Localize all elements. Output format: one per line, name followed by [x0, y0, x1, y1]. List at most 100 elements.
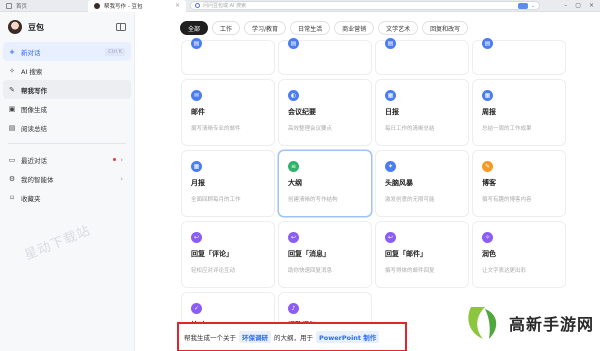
- prompt-topic-slot[interactable]: 环保调研: [239, 331, 271, 343]
- search-icon: [195, 3, 200, 8]
- card-description: 全面回顾每月的工作: [191, 197, 241, 203]
- template-card[interactable]: ≡ 大纲 创建清晰的写作结构: [278, 150, 372, 217]
- card-title: 头脑风暴: [385, 179, 413, 187]
- polish-icon: ✧: [482, 232, 493, 243]
- maximize-icon[interactable]: ▢: [575, 2, 581, 9]
- template-card[interactable]: ✦ 头脑风暴 激发创意的无限可能: [375, 150, 469, 217]
- chip-study[interactable]: 学习/教育: [244, 21, 287, 35]
- chip-reply[interactable]: 回复和改写: [422, 21, 469, 35]
- sidebar-item-label: 最近对话: [21, 156, 47, 165]
- tab-label: 帮我写作 - 豆包: [104, 3, 143, 10]
- sidebar-item-label: 阅读总结: [21, 124, 47, 133]
- minimize-icon[interactable]: –: [564, 2, 567, 9]
- doc-icon: ▤: [482, 38, 493, 49]
- chip-literature[interactable]: 文学艺术: [378, 21, 419, 35]
- search-input[interactable]: 问问豆包或 AI 搜索 ⌄: [190, 1, 540, 10]
- template-card[interactable]: ✉ 邮件 撰写清晰专业的邮件: [181, 79, 275, 146]
- chip-work[interactable]: 工作: [212, 21, 241, 35]
- avatar[interactable]: [8, 20, 22, 34]
- prompt-input[interactable]: 帮我生成一个关于 环保调研 的大纲，用于 PowerPoint 制作: [177, 322, 407, 351]
- prompt-prefix: 帮我生成一个关于: [184, 334, 236, 342]
- window-controls: – ▢ ×: [564, 2, 600, 9]
- chip-marketing[interactable]: 商业营销: [334, 21, 375, 35]
- calendar-icon: ▦: [385, 90, 396, 101]
- sidebar-item-writing[interactable]: ✎ 帮我写作: [3, 80, 131, 99]
- card-title: 会议纪要: [288, 108, 316, 116]
- chip-daily[interactable]: 日常生活: [290, 21, 331, 35]
- card-title: 润色: [482, 250, 496, 258]
- template-card[interactable]: ▤: [181, 38, 275, 75]
- prompt-middle: 的大纲，用于: [274, 334, 313, 342]
- doc-icon: ▤: [385, 38, 396, 49]
- sidebar-item-favorites[interactable]: ⌑ 收藏夹: [3, 188, 131, 207]
- sidebar-item-ai-search[interactable]: ✧ AI 搜索: [3, 61, 131, 80]
- leaf-logo-icon: [468, 307, 497, 339]
- template-card[interactable]: ▦ 日报 每日工作的清晰总结: [375, 79, 469, 146]
- template-card[interactable]: ▤: [472, 38, 566, 75]
- tab-label: 首页: [16, 3, 28, 10]
- sidebar: 豆包 + 新对话 Ctrl K ✧ AI 搜索 ✎ 帮我写作 ▣ 图像生成 ▤ …: [0, 12, 135, 351]
- pen-icon: ✎: [9, 85, 15, 94]
- sidebar-item-new-chat[interactable]: + 新对话 Ctrl K: [3, 42, 131, 61]
- sidebar-item-label: 新对话: [21, 48, 41, 57]
- browser-tabbar: 首页 帮我写作 - 豆包 × 问问豆包或 AI 搜索 ⌄ – ▢ ×: [0, 0, 600, 12]
- template-card[interactable]: ▤: [278, 38, 372, 75]
- template-card[interactable]: ↩ 回复「邮件」 撰写得体的邮件回复: [375, 221, 469, 288]
- tab-home[interactable]: 首页: [0, 0, 88, 12]
- template-card[interactable]: ▦ 月报 全面回顾每月的工作: [181, 150, 275, 217]
- sidebar-item-label: 我的智能体: [21, 175, 54, 184]
- sidebar-item-recent[interactable]: ▭ 最近对话 ›: [3, 150, 131, 169]
- sidebar-item-label: AI 搜索: [21, 67, 43, 76]
- sidebar-item-reading[interactable]: ▤ 阅读总结: [3, 118, 131, 137]
- shortcut-badge: Ctrl K: [105, 47, 125, 56]
- doc-icon: ▤: [288, 38, 299, 49]
- card-title: 博客: [482, 179, 496, 187]
- tone-icon: ♪: [288, 303, 299, 314]
- template-card[interactable]: ▦ 周报 总结一周的工作成果: [472, 79, 566, 146]
- card-description: 创建清晰的写作结构: [288, 197, 338, 203]
- reply-icon: ↩: [288, 232, 299, 243]
- book-icon: ▤: [8, 123, 16, 132]
- brand-name: 豆包: [28, 22, 44, 32]
- check-icon: ✓: [191, 303, 202, 314]
- watermark: 星动下载站: [22, 223, 94, 264]
- chip-all[interactable]: 全部: [180, 21, 209, 35]
- template-card[interactable]: ▤: [375, 38, 469, 75]
- template-card[interactable]: ✧ 润色让文字表达更出彩: [472, 221, 566, 288]
- prompt-purpose-slot[interactable]: PowerPoint 制作: [316, 331, 380, 343]
- template-card[interactable]: ↩ 回复「评论」 轻松应对评论互动: [181, 221, 275, 288]
- card-title: 回复「评论」: [191, 250, 233, 258]
- doc-icon: ▤: [191, 38, 202, 49]
- sidebar-item-label: 收藏夹: [21, 194, 41, 203]
- card-description: 撰写得体的邮件回复: [385, 268, 435, 274]
- sidebar-item-image-gen[interactable]: ▣ 图像生成: [3, 99, 131, 118]
- bookmark-icon: ⌑: [10, 193, 14, 202]
- sidebar-nav: + 新对话 Ctrl K ✧ AI 搜索 ✎ 帮我写作 ▣ 图像生成 ▤ 阅读总…: [0, 42, 134, 137]
- chevron-right-icon: ›: [120, 174, 123, 183]
- sidebar-item-label: 帮我写作: [21, 86, 47, 95]
- meeting-icon: ◐: [288, 90, 299, 101]
- card-description: 助你快速回复消息: [288, 268, 333, 274]
- card-title: 月报: [191, 179, 205, 187]
- sidebar-collapse-icon[interactable]: [116, 23, 126, 31]
- template-card[interactable]: ✎ 博客 撰写有趣的博客内容: [472, 150, 566, 217]
- card-description: 每日工作的清晰总结: [385, 126, 435, 132]
- search-placeholder: 问问豆包或 AI 搜索: [203, 3, 247, 9]
- doubao-icon: [94, 2, 100, 9]
- card-description: 撰写有趣的博客内容: [482, 197, 532, 203]
- chevron-down-icon[interactable]: ⌄: [531, 3, 535, 9]
- mail-icon: ✉: [191, 90, 202, 101]
- template-card[interactable]: ↩ 回复「消息」 助你快速回复消息: [278, 221, 372, 288]
- tab-writing[interactable]: 帮我写作 - 豆包 ×: [88, 0, 186, 12]
- site-logo-watermark: 高新手游网: [463, 303, 594, 343]
- window-close-icon[interactable]: ×: [589, 2, 594, 9]
- template-card[interactable]: ◐ 会议纪要 高效整理会议要点: [278, 79, 372, 146]
- close-icon[interactable]: ×: [175, 2, 180, 9]
- list-icon: ≡: [288, 161, 299, 172]
- card-description: 让文字表达更出彩: [482, 268, 527, 274]
- card-title: 邮件: [191, 108, 205, 116]
- doc-icon: [6, 2, 12, 9]
- sidebar-item-agents[interactable]: ⚙ 我的智能体 ›: [3, 169, 131, 188]
- download-icon[interactable]: [517, 2, 528, 9]
- card-title: 回复「邮件」: [385, 250, 427, 258]
